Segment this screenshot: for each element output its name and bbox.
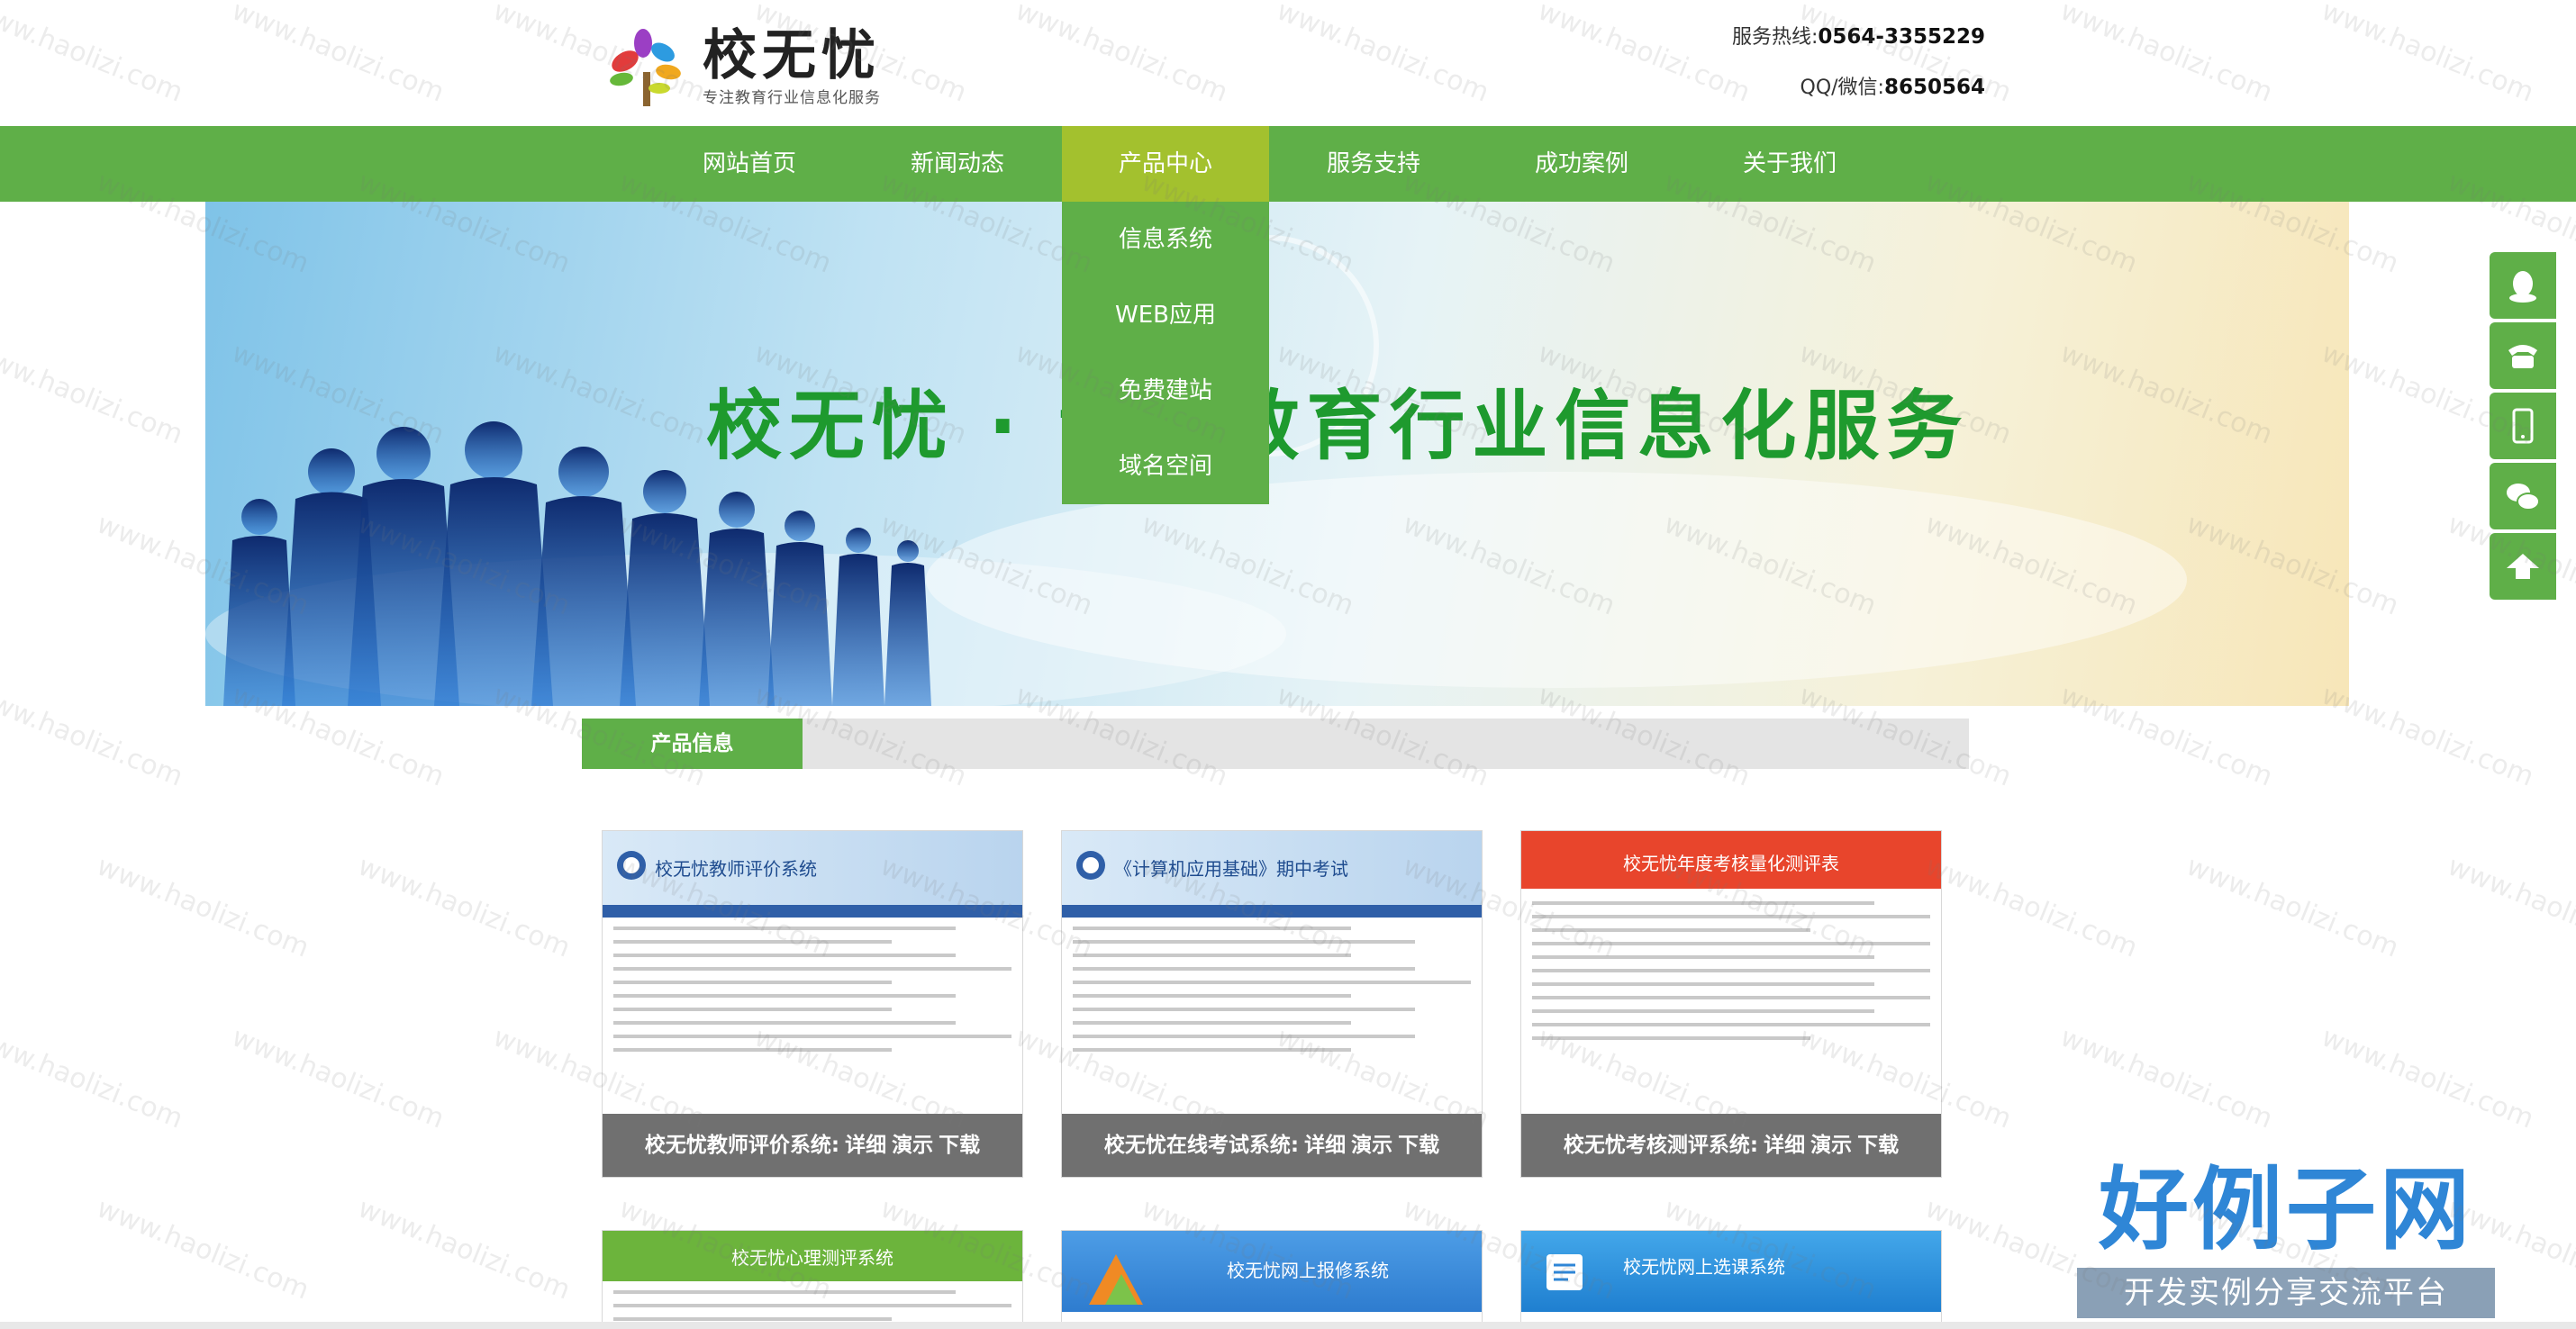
badge-subtitle: 开发实例分享交流平台 [2077,1268,2495,1318]
screenshot-content [1073,927,1471,1062]
side-phone-button[interactable] [2490,322,2556,389]
hero-banner: 校无忧 · 专注教育行业信息化服务 [205,202,2349,706]
qq-penguin-icon [2509,271,2536,303]
nav-item-cases[interactable]: 成功案例 [1478,126,1685,202]
screenshot-header: 《计算机应用基础》期中考试 [1062,831,1482,905]
dropdown-item-domain-hosting[interactable]: 域名空间 [1062,429,1269,504]
product-card-online-exam[interactable]: 《计算机应用基础》期中考试 校无忧在线考试系统: 详细 演示 下载 [1061,830,1483,1178]
nav-item-news[interactable]: 新闻动态 [854,126,1061,202]
product-screenshot[interactable]: 《计算机应用基础》期中考试 [1062,831,1482,1116]
nav-item-about[interactable]: 关于我们 [1686,126,1893,202]
watermark-text: www.haolizi.com [353,1192,575,1306]
nav-item-products[interactable]: 产品中心 [1062,126,1269,202]
product-section-header: 产品信息 [582,719,1969,769]
product-card-repair[interactable]: 校无忧网上报修系统 [1061,1230,1483,1329]
site-watermark-badge: 好例子网 开发实例分享交流平台 [2072,1156,2500,1318]
telephone-icon [2508,345,2537,368]
product-caption: 校无忧教师评价系统: 详细 演示 下载 [603,1114,1022,1177]
watermark-text: www.haolizi.com [0,679,187,793]
screenshot-title: 校无忧年度考核量化测评表 [1623,853,1839,874]
qq-label: QQ/微信: [1800,77,1884,99]
watermark-text: www.haolizi.com [92,850,313,964]
product-name: 校无忧教师评价系统: [644,1134,840,1157]
download-link[interactable]: 下载 [1857,1134,1899,1157]
product-card-psych-test[interactable]: 校无忧心理测评系统 [602,1230,1023,1329]
nav-item-home[interactable]: 网站首页 [646,126,853,202]
side-wechat-button[interactable] [2490,463,2556,529]
watermark-text: www.haolizi.com [2317,679,2538,793]
site-header: 校无忧 专注教育行业信息化服务 服务热线:0564-3355229 QQ/微信:… [0,0,2576,126]
watermark-text: www.haolizi.com [92,1192,313,1306]
dropdown-item-web-app[interactable]: WEB应用 [1062,277,1269,353]
product-card-teacher-eval[interactable]: 校无忧教师评价系统 校无忧教师评价系统: 详细 演示 下载 [602,830,1023,1178]
screenshot-title: 校无忧心理测评系统 [731,1247,893,1269]
main-nav: 网站首页 新闻动态 产品中心 服务支持 成功案例 关于我们 [0,126,2576,202]
screenshot-header: 校无忧心理测评系统 [603,1231,1022,1281]
badge-title: 好例子网 [2099,1157,2473,1262]
nav-item-support[interactable]: 服务支持 [1270,126,1477,202]
seal-icon [617,851,646,880]
screenshot-header: 校无忧年度考核量化测评表 [1521,831,1941,889]
demo-link[interactable]: 演示 [1351,1134,1392,1157]
logo-slogan: 专注教育行业信息化服务 [703,89,881,107]
hotline-label: 服务热线: [1731,26,1819,49]
screenshot-toolbar [1062,905,1482,918]
logo-title: 校无忧 [703,24,881,87]
product-card-course-select[interactable]: 校无忧网上选课系统 [1520,1230,1942,1329]
seal-icon [1076,851,1105,880]
screenshot-title: 校无忧网上选课系统 [1623,1256,1785,1278]
dropdown-item-free-site[interactable]: 免费建站 [1062,353,1269,429]
dropdown-item-info-system[interactable]: 信息系统 [1062,202,1269,277]
screenshot-title: 校无忧教师评价系统 [655,858,817,880]
side-mobile-button[interactable] [2490,393,2556,459]
qq-value: 8650564 [1883,76,1985,99]
screenshot-content [1532,901,1930,1050]
banner-slogan: 校无忧 · 专注教育行业信息化服务 [706,382,1970,470]
contact-info: 服务热线:0564-3355229 QQ/微信:8650564 [1732,22,1985,122]
side-back-to-top-button[interactable] [2490,533,2556,600]
watermark-text: www.haolizi.com [1920,850,2142,964]
screenshot-title: 《计算机应用基础》期中考试 [1114,858,1348,880]
detail-link[interactable]: 详细 [845,1134,886,1157]
hotline-value: 0564-3355229 [1818,25,1985,49]
detail-link[interactable]: 详细 [1304,1134,1346,1157]
products-dropdown: 信息系统 WEB应用 免费建站 域名空间 [1062,202,1269,504]
screenshot-toolbar [603,905,1022,918]
screenshot-content [613,927,1011,1062]
section-title[interactable]: 产品信息 [582,719,803,769]
product-card-assessment[interactable]: 校无忧年度考核量化测评表 校无忧考核测评系统: 详细 演示 下载 [1520,830,1942,1178]
watermark-text: www.haolizi.com [0,1021,187,1135]
watermark-text: www.haolizi.com [0,337,187,451]
screenshot-header: 校无忧网上报修系统 [1062,1231,1482,1312]
product-name: 校无忧考核测评系统: [1563,1134,1759,1157]
watermark-text: www.haolizi.com [2181,850,2403,964]
mobile-phone-icon [2512,408,2534,444]
watermark-text: www.haolizi.com [2443,850,2576,964]
page-bottom-edge [0,1322,2576,1329]
watermark-text: www.haolizi.com [2055,1021,2277,1135]
qq-wechat: QQ/微信:8650564 [1732,72,1986,122]
screenshot-header: 校无忧网上选课系统 [1521,1231,1941,1312]
screenshot-title: 校无忧网上报修系统 [1227,1260,1389,1281]
side-qq-button[interactable] [2490,252,2556,319]
demo-link[interactable]: 演示 [1810,1134,1852,1157]
hotline: 服务热线:0564-3355229 [1732,22,1985,72]
product-caption: 校无忧在线考试系统: 详细 演示 下载 [1062,1114,1482,1177]
wechat-icon [2507,484,2540,511]
demo-link[interactable]: 演示 [892,1134,933,1157]
detail-link[interactable]: 详细 [1764,1134,1805,1157]
screenshot-header: 校无忧教师评价系统 [603,831,1022,905]
site-logo[interactable]: 校无忧 专注教育行业信息化服务 [605,25,893,108]
watermark-text: www.haolizi.com [2317,1021,2538,1135]
product-screenshot[interactable]: 校无忧年度考核量化测评表 [1521,831,1941,1116]
product-caption: 校无忧考核测评系统: 详细 演示 下载 [1521,1114,1941,1177]
product-name: 校无忧在线考试系统: [1103,1134,1300,1157]
watermark-text: www.haolizi.com [353,850,575,964]
download-link[interactable]: 下载 [1398,1134,1439,1157]
back-to-top-icon [2507,554,2539,579]
watermark-text: www.haolizi.com [227,1021,449,1135]
download-link[interactable]: 下载 [939,1134,980,1157]
product-screenshot[interactable]: 校无忧教师评价系统 [603,831,1022,1116]
logo-tree-icon [610,29,681,106]
